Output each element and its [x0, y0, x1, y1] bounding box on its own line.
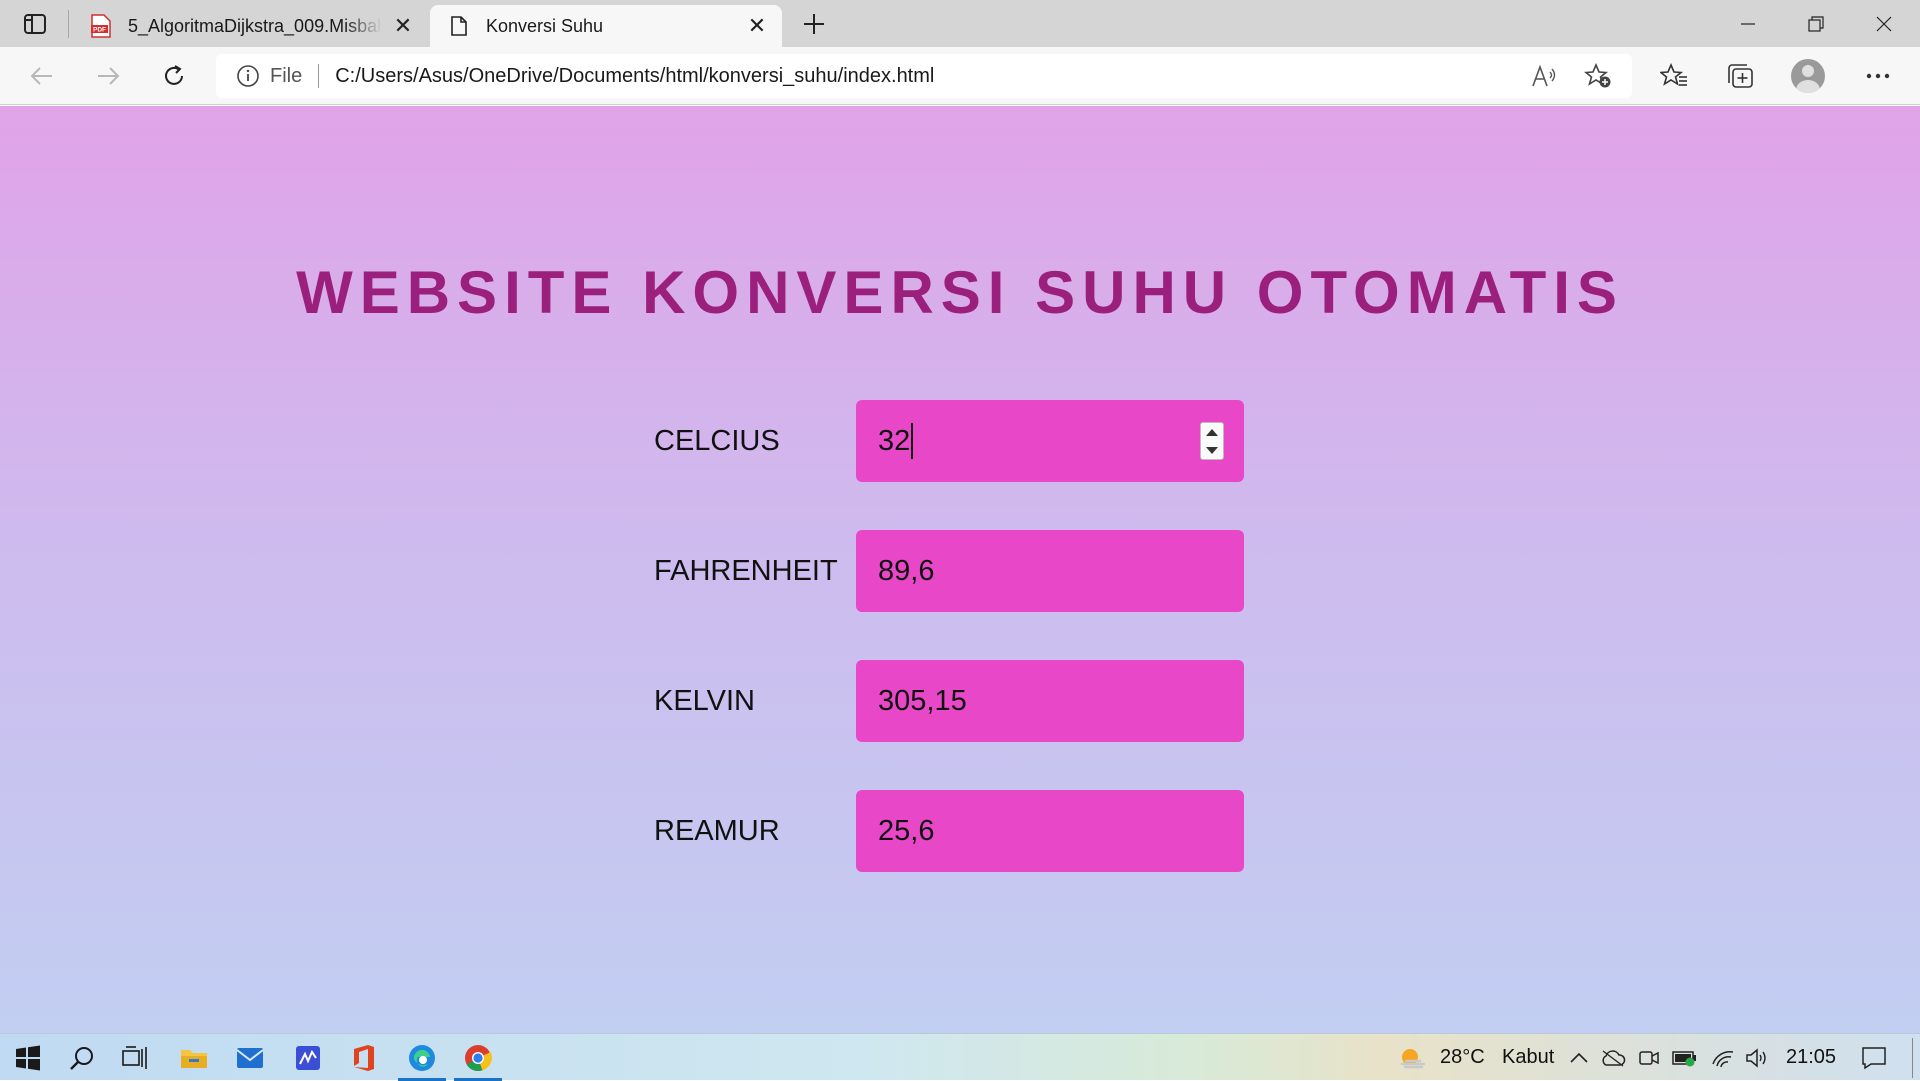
address-divider: [318, 64, 320, 88]
battery-icon[interactable]: [1670, 1034, 1700, 1081]
chrome-icon: [465, 1044, 492, 1071]
avatar: [1791, 59, 1825, 93]
refresh-icon: [165, 65, 183, 85]
windows-logo-icon: [16, 1045, 40, 1070]
edge-button[interactable]: [394, 1034, 450, 1081]
whiteboard-button[interactable]: [280, 1034, 336, 1081]
pdf-icon: PDF: [90, 14, 112, 38]
kelvin-value: 305,15: [878, 684, 967, 717]
minimize-button[interactable]: [1714, 0, 1782, 47]
collections-button[interactable]: [1720, 57, 1760, 95]
meet-camera-icon[interactable]: [1634, 1034, 1664, 1081]
favorites-icon: [1660, 63, 1687, 86]
restore-icon: [1808, 15, 1824, 32]
document-icon: [448, 15, 470, 37]
plus-icon: [804, 14, 824, 34]
search-button[interactable]: [54, 1034, 110, 1081]
kelvin-field[interactable]: 305,15: [856, 660, 1244, 742]
tab-separator: [68, 10, 69, 38]
celcius-input[interactable]: 32: [856, 400, 1244, 482]
celcius-value: 32: [878, 424, 911, 457]
windows-taskbar: 28°C Kabut 21:05: [0, 1033, 1920, 1081]
fahrenheit-label: FAHRENHEIT: [654, 555, 838, 587]
kelvin-label: KELVIN: [654, 685, 756, 717]
minimize-icon: [1741, 22, 1755, 25]
info-icon[interactable]: [236, 64, 260, 88]
wifi-icon[interactable]: [1708, 1034, 1738, 1081]
office-button[interactable]: [336, 1034, 392, 1081]
browser-tab-bar: PDF 5_AlgoritmaDijkstra_009.Misbahul ✕ K…: [0, 0, 1920, 47]
tab-title: 5_AlgoritmaDijkstra_009.Misbahul: [128, 15, 382, 36]
tab-pdf[interactable]: PDF 5_AlgoritmaDijkstra_009.Misbahul ✕: [72, 5, 428, 47]
office-icon: [354, 1044, 374, 1071]
chevron-up-icon[interactable]: [1564, 1034, 1594, 1081]
tab-actions-icon: [24, 14, 46, 34]
more-icon: [1866, 73, 1890, 79]
search-icon: [70, 1046, 93, 1070]
refresh-button[interactable]: [154, 57, 194, 95]
mail-icon: [236, 1047, 264, 1068]
tab-actions-button[interactable]: [16, 8, 54, 40]
mail-button[interactable]: [222, 1034, 278, 1081]
profile-button[interactable]: [1788, 57, 1828, 95]
task-view-button[interactable]: [108, 1034, 164, 1081]
close-icon[interactable]: ✕: [744, 13, 770, 39]
arrow-right-icon: [98, 67, 120, 85]
weather-condition[interactable]: Kabut: [1502, 1034, 1554, 1081]
reamur-field[interactable]: 25,6: [856, 790, 1244, 872]
row-kelvin: KELVIN 305,15: [654, 660, 1244, 742]
address-url[interactable]: C:/Users/Asus/OneDrive/Documents/html/ko…: [335, 65, 1524, 88]
collections-icon: [1728, 64, 1753, 88]
volume-icon[interactable]: [1742, 1034, 1772, 1081]
weather-temperature[interactable]: 28°C: [1440, 1034, 1485, 1081]
restore-button[interactable]: [1782, 0, 1850, 47]
close-icon: [1876, 16, 1892, 31]
celcius-label: CELCIUS: [654, 425, 780, 457]
file-explorer-button[interactable]: [166, 1034, 222, 1081]
row-fahrenheit: FAHRENHEIT 89,6: [654, 530, 1244, 612]
folder-icon: [181, 1049, 207, 1068]
reamur-label: REAMUR: [654, 815, 780, 847]
notification-icon[interactable]: [1856, 1034, 1892, 1081]
svg-text:PDF: PDF: [93, 27, 106, 34]
address-protocol-label: File: [270, 64, 303, 87]
page-viewport: WEBSITE KONVERSI SUHU OTOMATIS CELCIUS 3…: [0, 106, 1920, 1033]
start-button[interactable]: [0, 1034, 56, 1081]
add-favorite-icon[interactable]: [1578, 56, 1618, 96]
settings-more-button[interactable]: [1858, 57, 1898, 95]
task-view-icon: [122, 1045, 147, 1069]
page-title: WEBSITE KONVERSI SUHU OTOMATIS: [296, 259, 1624, 326]
fahrenheit-field[interactable]: 89,6: [856, 530, 1244, 612]
row-reamur: REAMUR 25,6: [654, 790, 1244, 872]
number-spinner[interactable]: [1200, 422, 1224, 460]
tab-konversi-suhu[interactable]: Konversi Suhu ✕: [430, 5, 782, 47]
favorites-button[interactable]: [1654, 57, 1694, 95]
onedrive-cloud-icon[interactable]: [1598, 1034, 1628, 1081]
spinner-up-icon[interactable]: [1206, 428, 1218, 436]
show-desktop-divider[interactable]: [1912, 1038, 1913, 1078]
whiteboard-icon: [296, 1045, 320, 1070]
close-window-button[interactable]: [1850, 0, 1918, 47]
address-bar[interactable]: File C:/Users/Asus/OneDrive/Documents/ht…: [216, 54, 1632, 98]
spinner-down-icon[interactable]: [1206, 446, 1218, 454]
row-celcius: CELCIUS 32: [654, 400, 1244, 482]
tab-title: Konversi Suhu: [486, 15, 604, 36]
clock-time[interactable]: 21:05: [1786, 1034, 1836, 1081]
arrow-left-icon: [30, 67, 52, 85]
new-tab-button[interactable]: [796, 8, 832, 40]
text-caret: [911, 423, 914, 459]
weather-sun-cloud-icon[interactable]: [1396, 1034, 1430, 1081]
close-icon[interactable]: ✕: [390, 13, 416, 39]
read-aloud-icon[interactable]: [1524, 56, 1564, 96]
browser-toolbar: File C:/Users/Asus/OneDrive/Documents/ht…: [0, 47, 1920, 105]
forward-button[interactable]: [88, 57, 128, 95]
edge-icon: [409, 1044, 435, 1071]
reamur-value: 25,6: [878, 814, 935, 847]
fahrenheit-value: 89,6: [878, 554, 935, 587]
back-button[interactable]: [22, 57, 62, 95]
chrome-button[interactable]: [450, 1034, 506, 1081]
